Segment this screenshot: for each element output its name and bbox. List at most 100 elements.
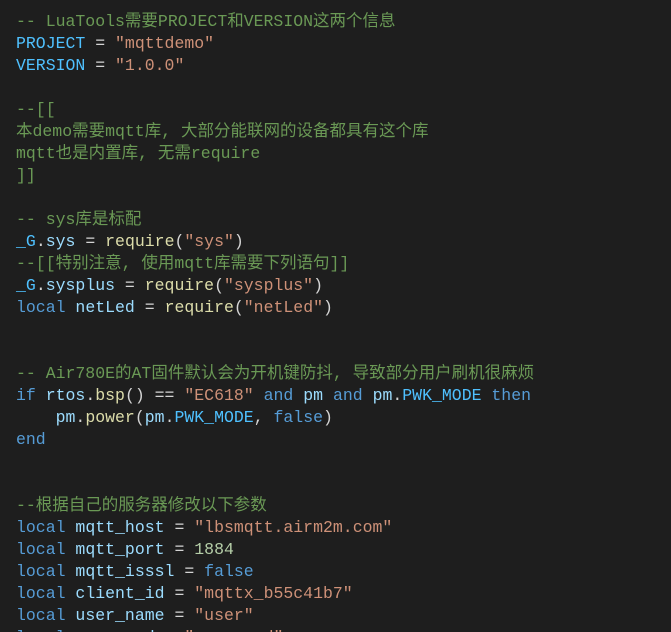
code-line: PROJECT = "mqttdemo" [16,34,214,53]
token-op: . [36,232,46,251]
token-vl: netLed [75,298,134,317]
token-op: = [85,34,115,53]
token-fn: require [165,298,234,317]
code-line: if rtos.bsp() == "EC618" and pm and pm.P… [16,386,531,405]
token-vl: pm [373,386,393,405]
code-line: ]] [16,166,36,185]
token-op [66,628,76,632]
token-kw: local [16,606,66,625]
token-va: _G [16,276,36,295]
token-vl: mqtt_isssl [75,562,174,581]
token-kw: local [16,562,66,581]
token-str: "password" [184,628,283,632]
token-cm: -- LuaTools需要PROJECT和VERSION这两个信息 [16,12,396,31]
token-cn: PWK_MODE [402,386,481,405]
token-kw: local [16,298,66,317]
token-op: ( [135,408,145,427]
token-str: "netLed" [244,298,323,317]
token-cm: --[[特别注意, 使用mqtt库需要下列语句]] [16,254,349,273]
token-op: = [85,56,115,75]
token-op: ) [323,408,333,427]
token-vl: mqtt_port [75,540,164,559]
code-line: pm.power(pm.PWK_MODE, false) [16,408,333,427]
token-op: ( [234,298,244,317]
code-line: --[[ [16,100,56,119]
token-op: = [165,518,195,537]
token-op [66,584,76,603]
code-line: local mqtt_isssl = false [16,562,254,581]
token-kw: then [491,386,531,405]
code-line: -- Air780E的AT固件默认会为开机键防抖, 导致部分用户刷机很麻烦 [16,364,534,383]
token-kw: local [16,540,66,559]
token-op: = [165,606,195,625]
code-line: -- LuaTools需要PROJECT和VERSION这两个信息 [16,12,396,31]
token-op: ) [234,232,244,251]
token-vl: client_id [75,584,164,603]
token-kw: and [333,386,363,405]
token-vl: pm [145,408,165,427]
token-va: _G [16,232,36,251]
token-fn: power [85,408,135,427]
code-line [16,78,26,97]
token-va: PROJECT [16,34,85,53]
token-op [16,408,56,427]
code-line: local netLed = require("netLed") [16,298,333,317]
token-op: . [392,386,402,405]
token-kw: local [16,628,66,632]
token-op: = [75,232,105,251]
code-line [16,474,26,493]
token-kc: false [274,408,324,427]
token-vl: mqtt_host [75,518,164,537]
token-op: . [36,276,46,295]
token-vl: sys [46,232,76,251]
token-va: VERSION [16,56,85,75]
token-op [363,386,373,405]
token-op [293,386,303,405]
token-cm: ]] [16,166,36,185]
code-line: local mqtt_host = "lbsmqtt.airm2m.com" [16,518,392,537]
token-op: = [165,584,195,603]
token-str: "user" [194,606,253,625]
token-fn: require [145,276,214,295]
code-line: local mqtt_port = 1884 [16,540,234,559]
token-op [36,386,46,405]
token-op: = [135,298,165,317]
token-op: = [165,540,195,559]
code-line: --根据自己的服务器修改以下参数 [16,496,267,515]
token-op [66,562,76,581]
code-line: -- sys库是标配 [16,210,141,229]
token-str: "EC618" [184,386,253,405]
token-kc: false [204,562,254,581]
token-op: ) [323,298,333,317]
code-line: local client_id = "mqttx_b55c41b7" [16,584,353,603]
token-kw: local [16,584,66,603]
code-line: end [16,430,46,449]
code-line [16,452,26,471]
token-str: "sysplus" [224,276,313,295]
token-str: "mqttx_b55c41b7" [194,584,352,603]
token-cn: PWK_MODE [174,408,253,427]
token-cm: -- Air780E的AT固件默认会为开机键防抖, 导致部分用户刷机很麻烦 [16,364,534,383]
token-vl: pm [303,386,323,405]
token-op [323,386,333,405]
code-line [16,188,26,207]
token-cm: 本demo需要mqtt库, 大部分能联网的设备都具有这个库 [16,122,429,141]
token-op: ( [214,276,224,295]
code-line: --[[特别注意, 使用mqtt库需要下列语句]] [16,254,349,273]
token-op: = [174,562,204,581]
code-line: _G.sysplus = require("sysplus") [16,276,323,295]
token-str: "1.0.0" [115,56,184,75]
token-cm: -- sys库是标配 [16,210,141,229]
token-str: "sys" [184,232,234,251]
token-op: . [75,408,85,427]
token-cm: --根据自己的服务器修改以下参数 [16,496,267,515]
token-vl: pm [56,408,76,427]
code-block: -- LuaTools需要PROJECT和VERSION这两个信息 PROJEC… [0,0,671,632]
token-op [66,518,76,537]
token-cm: --[[ [16,100,56,119]
token-op [66,540,76,559]
code-line [16,342,26,361]
token-op: () == [125,386,184,405]
token-op: ( [174,232,184,251]
token-str: "lbsmqtt.airm2m.com" [194,518,392,537]
